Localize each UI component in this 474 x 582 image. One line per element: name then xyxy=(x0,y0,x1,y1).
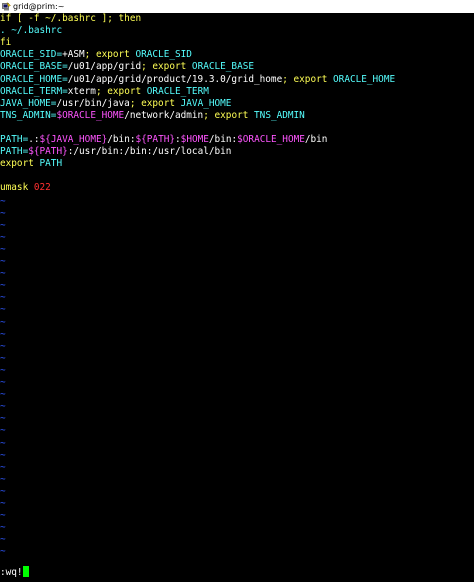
code-token: ORACLE_SID xyxy=(135,49,192,60)
code-token: ${PATH} xyxy=(28,146,68,157)
code-token: /u01/app/grid xyxy=(67,61,142,72)
tilde-line: ~ xyxy=(0,256,6,267)
tilde-line: ~ xyxy=(0,522,6,533)
tilde-line: ~ xyxy=(0,341,6,352)
tilde-line: ~ xyxy=(0,304,6,315)
code-token: +ASM xyxy=(62,49,85,60)
code-token: /usr/bin/java xyxy=(56,98,130,109)
tilde-line: ~ xyxy=(0,377,6,388)
code-token: ${JAVA_HOME} xyxy=(39,134,108,145)
code-token: if [ -f ~/.bashrc ]; then xyxy=(0,13,142,24)
tilde-line: ~ xyxy=(0,389,6,400)
code-token: $HOME xyxy=(180,134,209,145)
code-token: ORACLE_HOME xyxy=(333,74,396,85)
code-token: TNS_ADMIN= xyxy=(0,110,57,121)
file-line: TNS_ADMIN=$ORACLE_HOME/network/admin; ex… xyxy=(0,110,305,122)
tilde-line: ~ xyxy=(0,244,6,255)
file-line: JAVA_HOME=/usr/bin/java; export JAVA_HOM… xyxy=(0,98,231,110)
code-token: ORACLE_TERM= xyxy=(0,86,68,97)
code-token: ; export xyxy=(129,98,181,109)
file-line: ORACLE_HOME=/u01/app/grid/product/19.3.0… xyxy=(0,74,395,86)
tilde-line: ~ xyxy=(0,425,6,436)
tilde-line: ~ xyxy=(0,365,6,376)
code-token: /bin xyxy=(304,134,328,145)
code-token: TNS_ADMIN xyxy=(254,110,305,121)
tilde-line: ~ xyxy=(0,450,6,461)
tilde-line: ~ xyxy=(0,232,6,243)
tilde-line: ~ xyxy=(0,196,6,207)
tilde-line: ~ xyxy=(0,329,6,340)
tilde-line: ~ xyxy=(0,220,6,231)
tilde-line: ~ xyxy=(0,438,6,449)
code-token: ORACLE_HOME= xyxy=(0,74,68,85)
file-line: fi xyxy=(0,37,11,49)
file-line: ORACLE_BASE=/u01/app/grid; export ORACLE… xyxy=(0,61,254,73)
tilde-line: ~ xyxy=(0,413,6,424)
tilde-line: ~ xyxy=(0,353,6,364)
tilde-line: ~ xyxy=(0,486,6,497)
code-token: ORACLE_BASE xyxy=(191,61,255,72)
code-token: umask xyxy=(0,182,34,193)
tilde-line: ~ xyxy=(0,268,6,279)
code-token: .: xyxy=(28,134,40,145)
code-token: ORACLE_SID= xyxy=(0,49,63,60)
tilde-line: ~ xyxy=(0,546,6,557)
putty-terminal-icon xyxy=(2,2,11,11)
tilde-line: ~ xyxy=(0,474,6,485)
file-line: export PATH xyxy=(0,158,62,170)
tilde-line: ~ xyxy=(0,317,6,328)
code-token: ORACLE_BASE= xyxy=(0,61,68,72)
tilde-line: ~ xyxy=(0,510,6,521)
code-token: ; export xyxy=(84,49,136,60)
code-token: /bin: xyxy=(208,134,238,145)
code-token: :/usr/bin:/bin:/usr/local/bin xyxy=(67,146,232,157)
code-token: PATH= xyxy=(0,134,29,145)
code-token: ; export xyxy=(95,86,147,97)
tilde-line: ~ xyxy=(0,280,6,291)
file-line: PATH=${PATH}:/usr/bin:/bin:/usr/local/bi… xyxy=(0,146,231,158)
tilde-line: ~ xyxy=(0,534,6,545)
code-token: . ~/.bashrc xyxy=(0,25,63,36)
code-token: JAVA_HOME xyxy=(180,98,232,109)
code-token: ORACLE_TERM xyxy=(146,86,209,97)
code-token: export xyxy=(0,158,40,169)
code-token: /network/admin xyxy=(124,110,204,121)
code-token: $ORACLE_HOME xyxy=(237,134,305,145)
code-token: /bin: xyxy=(107,134,136,145)
code-token: ; export xyxy=(282,74,334,85)
code-token: /u01/app/grid/product/19.3.0/grid_home xyxy=(67,74,283,85)
code-token: fi xyxy=(0,37,12,48)
window-titlebar[interactable]: grid@prim:~ xyxy=(0,0,474,13)
file-line: umask 022 xyxy=(0,182,51,194)
code-token: PATH xyxy=(39,158,63,169)
file-line: if [ -f ~/.bashrc ]; then xyxy=(0,13,141,25)
code-token: 022 xyxy=(33,182,51,193)
window-title: grid@prim:~ xyxy=(13,2,65,11)
terminal-area[interactable]: if [ -f ~/.bashrc ]; then. ~/.bashrc fi OR… xyxy=(0,13,474,582)
vim-command-line[interactable]: :wq! xyxy=(0,566,29,578)
file-line: PATH=.:${JAVA_HOME}/bin:${PATH}:$HOME/bi… xyxy=(0,134,327,146)
code-token: $ORACLE_HOME xyxy=(56,110,125,121)
command-text: :wq! xyxy=(0,567,23,578)
text-cursor xyxy=(22,566,29,577)
tilde-line: ~ xyxy=(0,401,6,412)
tilde-line: ~ xyxy=(0,462,6,473)
tilde-line: ~ xyxy=(0,498,6,509)
code-token: ${PATH} xyxy=(135,134,176,145)
code-token: JAVA_HOME= xyxy=(0,98,57,109)
code-token: ; export xyxy=(141,61,192,72)
tilde-line: ~ xyxy=(0,208,6,219)
file-line: ORACLE_SID=+ASM; export ORACLE_SID xyxy=(0,49,192,61)
code-token: ; export xyxy=(203,110,255,121)
code-token: PATH= xyxy=(0,146,29,157)
file-line: . ~/.bashrc xyxy=(0,25,62,37)
code-token: xterm xyxy=(67,86,96,97)
tilde-line: ~ xyxy=(0,292,6,303)
file-line: ORACLE_TERM=xterm; export ORACLE_TERM xyxy=(0,86,209,98)
